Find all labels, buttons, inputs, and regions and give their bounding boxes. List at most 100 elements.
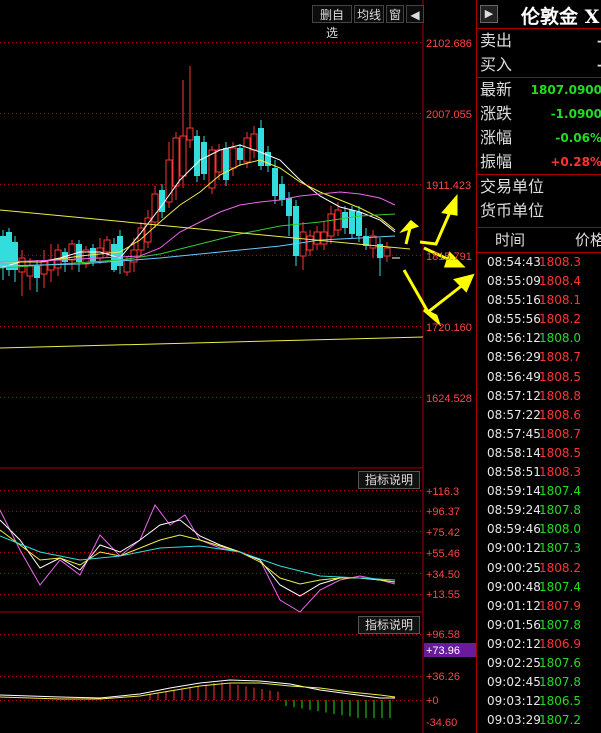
candle-body: [223, 148, 229, 180]
candle-body: [172, 137, 180, 187]
trade-unit-row: 交易单位: [477, 174, 601, 199]
tick-row[interactable]: 09:01:56 1807.8: [477, 616, 601, 635]
tick-price: 1807.3: [539, 541, 581, 556]
tick-row[interactable]: 08:57:22 1808.6: [477, 406, 601, 425]
candlestick-series: [0, 66, 391, 296]
candle-body: [243, 137, 251, 163]
tick-price: 1806.9: [539, 636, 581, 651]
candle-body: [342, 212, 348, 228]
tick-row[interactable]: 08:58:14 1808.5: [477, 444, 601, 463]
tick-price: 1808.2: [539, 312, 581, 327]
indicator-help-button-macd[interactable]: 指标说明: [358, 616, 420, 634]
tick-row[interactable]: 08:54:43 1808.3: [477, 253, 601, 272]
price-label: 1720.160: [426, 322, 472, 334]
candle-body: [215, 149, 223, 173]
price-label: 1911.423: [426, 180, 471, 192]
tick-price: 1808.4: [539, 274, 581, 289]
tick-time: 09:00:25: [487, 560, 541, 575]
tick-row[interactable]: 09:03:12 1806.5: [477, 692, 601, 711]
tick-row[interactable]: 09:00:12 1807.3: [477, 539, 601, 558]
tick-row[interactable]: 08:58:51 1808.3: [477, 463, 601, 482]
tick-row[interactable]: 08:56:29 1808.7: [477, 348, 601, 367]
tick-time: 09:00:48: [487, 579, 541, 594]
tick-price: 1807.4: [539, 484, 581, 499]
tick-list[interactable]: 08:54:43 1808.3 08:55:09 1808.4 08:55:16 1808…: [477, 253, 601, 733]
tick-price: 1808.7: [539, 426, 581, 441]
tick-row[interactable]: 09:00:25 1808.2: [477, 559, 601, 578]
tick-price: 1808.3: [539, 465, 581, 480]
expand-arrow-icon[interactable]: ▶: [480, 5, 498, 23]
indicator-help-button[interactable]: 指标说明: [358, 471, 420, 489]
tick-time: 08:57:12: [487, 388, 541, 403]
tick-row[interactable]: 09:03:29 1807.2: [477, 711, 601, 730]
tick-time: 08:58:51: [487, 465, 541, 480]
candle-body: [383, 247, 391, 257]
kline-chart-area[interactable]: 2102.686 2007.055 1911.423 1815.791 1720…: [0, 0, 476, 733]
tick-price: 1808.6: [539, 407, 581, 422]
tick-price: 1808.2: [539, 560, 581, 575]
tick-row[interactable]: 09:02:12 1806.9: [477, 635, 601, 654]
price-label: 1815.791: [426, 251, 472, 263]
tick-time: 09:02:45: [487, 675, 541, 690]
delete-self-select-button[interactable]: 删自选: [312, 5, 352, 40]
tick-time: 09:02:12: [487, 636, 541, 651]
candle-body: [349, 210, 355, 234]
tick-time: 08:56:12: [487, 331, 541, 346]
osc-label: +75.42: [426, 527, 460, 539]
tick-price: 1807.4: [539, 579, 581, 594]
candle-body: [293, 206, 299, 256]
tick-price: 1808.5: [539, 445, 581, 460]
tick-row[interactable]: 08:55:16 1808.1: [477, 291, 601, 310]
trend-line-lower: [0, 336, 424, 349]
tick-time: 08:59:24: [487, 503, 541, 518]
candle-body: [250, 133, 258, 151]
tick-price: 1807.6: [539, 655, 581, 670]
window-button[interactable]: 窗: [386, 5, 404, 23]
tick-row[interactable]: 09:02:45 1807.8: [477, 673, 601, 692]
tick-row[interactable]: 08:56:49 1808.5: [477, 368, 601, 387]
tick-row[interactable]: 08:55:56 1808.2: [477, 310, 601, 329]
osc-label: +96.37: [426, 506, 460, 518]
tick-price: 1806.5: [539, 694, 581, 709]
collapse-arrow-icon[interactable]: ◀: [406, 5, 424, 23]
osc-label: +116.3: [426, 486, 459, 498]
tick-price: 1807.8: [539, 503, 581, 518]
tick-row[interactable]: 08:56:12 1808.0: [477, 329, 601, 348]
tick-price: 1808.0: [539, 331, 581, 346]
tick-time: 08:55:09: [487, 274, 541, 289]
candle-body: [327, 213, 335, 237]
tick-row[interactable]: 09:00:48 1807.4: [477, 578, 601, 597]
candle-body: [179, 135, 187, 177]
candle-body: [306, 235, 314, 251]
tick-row[interactable]: 08:57:12 1808.8: [477, 387, 601, 406]
candle-body: [34, 266, 40, 278]
tick-price: 1807.9: [539, 598, 581, 613]
price-label: 1624.528: [426, 393, 472, 405]
tick-row[interactable]: 08:59:46 1808.0: [477, 520, 601, 539]
tick-price: 1808.7: [539, 350, 581, 365]
tick-row[interactable]: 08:55:09 1808.4: [477, 272, 601, 291]
tick-table-header: 时间 价格: [477, 227, 601, 253]
candle-body: [299, 231, 307, 257]
tick-row[interactable]: 08:59:14 1807.4: [477, 482, 601, 501]
tick-row[interactable]: 08:59:24 1807.8: [477, 501, 601, 520]
candle-body: [286, 198, 292, 216]
osc-label: +55.46: [426, 548, 460, 560]
tick-price: 1808.8: [539, 388, 581, 403]
tick-time: 08:58:14: [487, 445, 541, 460]
candle-body: [237, 148, 243, 160]
quote-panel: ▶ 伦敦金 X 卖出- 买入- 最新1807.0900 涨跌-1.0900 涨幅…: [476, 0, 601, 733]
macd-label: -34.60: [426, 717, 457, 729]
currency-unit-row: 货币单位: [480, 201, 545, 220]
ma-line-button[interactable]: 均线: [354, 5, 384, 23]
tick-row[interactable]: 09:02:25 1807.6: [477, 654, 601, 673]
candle-body: [229, 147, 237, 169]
buy-row: 买入-: [477, 53, 601, 78]
macd-current-label: +73.96: [426, 645, 460, 657]
change-row: 涨跌 -1.0900: [480, 104, 601, 123]
candle-body: [186, 127, 194, 141]
tick-time: 08:56:29: [487, 350, 541, 365]
tick-row[interactable]: 08:57:45 1808.7: [477, 425, 601, 444]
tick-time: 08:54:43: [487, 255, 541, 269]
tick-row[interactable]: 09:01:12 1807.9: [477, 597, 601, 616]
